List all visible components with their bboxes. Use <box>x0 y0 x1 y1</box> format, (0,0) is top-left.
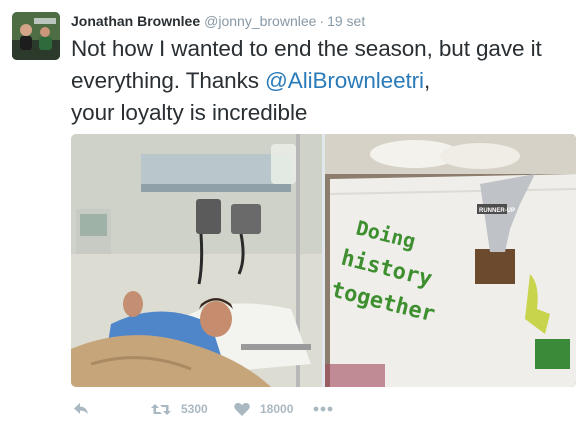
more-dots-icon <box>313 406 333 412</box>
author-handle[interactable]: @jonny_brownlee <box>204 13 316 29</box>
separator: · <box>319 13 325 29</box>
timestamp[interactable]: 19 set <box>327 13 365 29</box>
retweet-button[interactable]: 5300 <box>151 398 208 420</box>
avatar-photo <box>12 12 60 60</box>
avatar[interactable] <box>12 12 60 60</box>
retweet-icon <box>151 403 171 415</box>
retweet-count: 5300 <box>181 402 208 416</box>
author-name[interactable]: Jonathan Brownlee <box>71 13 200 29</box>
like-button[interactable]: 18000 <box>234 398 293 420</box>
author-meta: @jonny_brownlee · 19 set <box>204 13 365 29</box>
tweet: Jonathan Brownlee @jonny_brownlee · 19 set … <box>0 0 588 432</box>
trophy-photo-image: RUNNER-UP Doing history together <box>325 134 576 387</box>
trophy-label: RUNNER-UP <box>479 208 515 214</box>
more-button[interactable] <box>313 398 333 420</box>
reply-icon <box>74 403 88 414</box>
media-grid: RUNNER-UP Doing history together <box>71 134 576 387</box>
reply-button[interactable] <box>73 398 89 420</box>
heart-icon <box>234 402 250 416</box>
tweet-header: Jonathan Brownlee @jonny_brownlee · 19 set <box>71 12 578 32</box>
tweet-text: Not how I wanted to end the season, but … <box>71 33 576 129</box>
photo-trophy-bed[interactable]: RUNNER-UP Doing history together <box>325 134 576 387</box>
hospital-photo-image <box>71 134 322 387</box>
mention-link[interactable]: @AliBrownleetri <box>265 68 424 93</box>
photo-hospital[interactable] <box>71 134 322 387</box>
like-count: 18000 <box>260 402 294 416</box>
tweet-actions: 5300 18000 <box>71 398 371 420</box>
